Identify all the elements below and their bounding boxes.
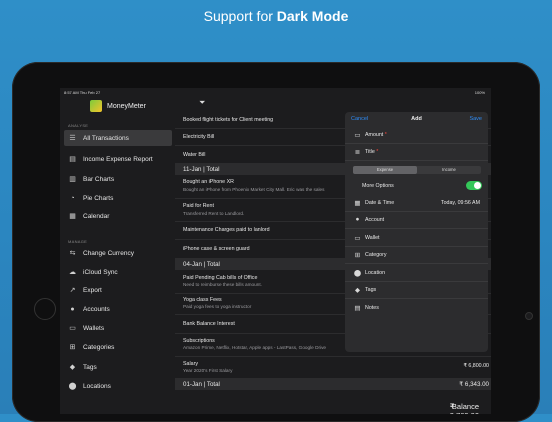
modal-title: Add: [411, 116, 422, 122]
headline-prefix: Support for: [203, 8, 273, 24]
app-brand: MoneyMeter: [90, 100, 146, 112]
sidebar-item-label: Pie Charts: [83, 194, 114, 202]
datetime-value: Today, 09:56 AM: [440, 200, 480, 206]
notes-icon: ▤: [354, 305, 361, 312]
home-button: [34, 298, 56, 320]
type-segmented-control: Expense Income: [353, 166, 481, 174]
sidebar-item-change-currency[interactable]: ⇆ Change Currency: [64, 245, 172, 261]
sidebar-item-label: Tags: [83, 363, 97, 371]
headline-bold: Dark Mode: [276, 8, 349, 24]
wallet-icon: ▭: [354, 235, 361, 242]
sidebar-item-tags[interactable]: ◆ Tags: [64, 359, 172, 375]
section-title-analyse: ANALYSE: [68, 123, 89, 128]
sidebar-item-label: Calendar: [83, 212, 110, 220]
segment-income[interactable]: Income: [417, 166, 481, 174]
sidebar-item-label: Accounts: [83, 305, 110, 313]
categories-icon: ⊞: [69, 344, 76, 351]
section-title-manage: MANAGE: [68, 239, 88, 244]
sidebar-item-categories[interactable]: ⊞ Categories: [64, 339, 172, 355]
list-icon: ☰: [69, 135, 76, 142]
currency-icon: ⇆: [69, 250, 76, 257]
sidebar-item-label: Wallets: [83, 324, 105, 332]
sidebar-item-icloud-sync[interactable]: ☁ iCloud Sync: [64, 264, 172, 280]
sidebar-item-label: Bar Charts: [83, 175, 115, 183]
app-logo: [90, 100, 102, 112]
sidebar-item-label: Locations: [83, 382, 111, 390]
group-total: ₹ 6,343.00: [459, 381, 489, 388]
bar-chart-icon: ▥: [69, 176, 76, 183]
sidebar-item-label: Income Expense Report: [83, 155, 153, 163]
calendar-icon: ▦: [354, 200, 361, 207]
title-icon: ≣: [354, 149, 361, 156]
category-field[interactable]: ⊞ Category: [345, 247, 488, 264]
sidebar-item-pie-charts[interactable]: ◔ Pie Charts: [64, 190, 172, 206]
sidebar-item-label: Categories: [83, 343, 115, 351]
status-bar: 8:57 AM Thu Feb 27 100%: [60, 88, 491, 96]
export-icon: ↗: [69, 287, 76, 294]
camera-dot: [525, 312, 533, 320]
pie-chart-icon: ◔: [70, 194, 75, 202]
sidebar: MoneyMeter ANALYSE ☰ All Transactions ▤ …: [60, 96, 174, 414]
more-options-row: More Options: [345, 178, 488, 194]
balance-footer: Balance ₹ 2,769.00: [175, 392, 491, 414]
modal-header: Cancel Add Save: [345, 112, 488, 126]
segment-expense[interactable]: Expense: [353, 166, 417, 174]
sidebar-item-bar-charts[interactable]: ▥ Bar Charts: [64, 171, 172, 187]
filter-icon[interactable]: ⏷: [199, 98, 205, 108]
sidebar-item-label: iCloud Sync: [83, 268, 118, 276]
cloud-icon: ☁: [69, 269, 76, 276]
status-time: 8:57 AM Thu Feb 27: [64, 90, 101, 95]
report-icon: ▤: [69, 156, 76, 163]
accounts-icon: ●: [70, 305, 75, 313]
notes-field[interactable]: ▤ Notes: [345, 300, 488, 316]
add-transaction-modal: Cancel Add Save ▭ Amount * ≣ Title * Exp…: [345, 112, 488, 352]
sidebar-item-all-transactions[interactable]: ☰ All Transactions: [64, 130, 172, 146]
wallet-icon: ▭: [69, 325, 76, 332]
categories-icon: ⊞: [354, 252, 361, 259]
sidebar-item-export[interactable]: ↗ Export: [64, 282, 172, 298]
accounts-icon: ●: [355, 216, 360, 223]
list-toolbar: ⏷: [175, 96, 491, 110]
calendar-icon: ▦: [69, 213, 76, 220]
tag-icon: ◆: [355, 287, 360, 294]
marketing-headline: Support for Dark Mode: [0, 8, 552, 24]
cash-icon: ▭: [354, 132, 361, 139]
balance-amount: ₹ 2,769.00: [449, 402, 479, 414]
account-field[interactable]: ● Account: [345, 212, 488, 229]
tags-field[interactable]: ◆ Tags: [345, 282, 488, 299]
sidebar-item-label: Export: [83, 286, 102, 294]
datetime-field[interactable]: ▦ Date & Time Today, 09:56 AM: [345, 195, 488, 212]
sidebar-item-label: All Transactions: [83, 134, 129, 142]
sidebar-item-wallets[interactable]: ▭ Wallets: [64, 320, 172, 336]
location-icon: ⬤: [68, 383, 77, 390]
sidebar-item-calendar[interactable]: ▦ Calendar: [64, 208, 172, 224]
more-options-toggle[interactable]: [466, 181, 482, 190]
row-amount: ₹ 6,800.00: [463, 363, 489, 369]
date-group-header: 01-Jan | Total ₹ 6,343.00: [175, 379, 491, 390]
app-name: MoneyMeter: [107, 102, 146, 110]
location-field[interactable]: ⬤ Location: [345, 265, 488, 282]
tag-icon: ◆: [69, 364, 76, 371]
sidebar-item-income-expense-report[interactable]: ▤ Income Expense Report: [64, 151, 172, 167]
sidebar-item-accounts[interactable]: ● Accounts: [64, 301, 172, 317]
status-battery: 100%: [474, 90, 485, 95]
amount-field[interactable]: ▭ Amount *: [345, 127, 488, 144]
list-item[interactable]: Salary Year 2020's First Salary ₹ 6,800.…: [175, 357, 491, 379]
sidebar-item-locations[interactable]: ⬤ Locations: [64, 378, 172, 394]
sidebar-item-label: Change Currency: [83, 249, 134, 257]
wallet-field[interactable]: ▭ Wallet: [345, 230, 488, 247]
save-button[interactable]: Save: [469, 116, 482, 122]
location-icon: ⬤: [353, 270, 362, 277]
title-field[interactable]: ≣ Title *: [345, 144, 488, 161]
